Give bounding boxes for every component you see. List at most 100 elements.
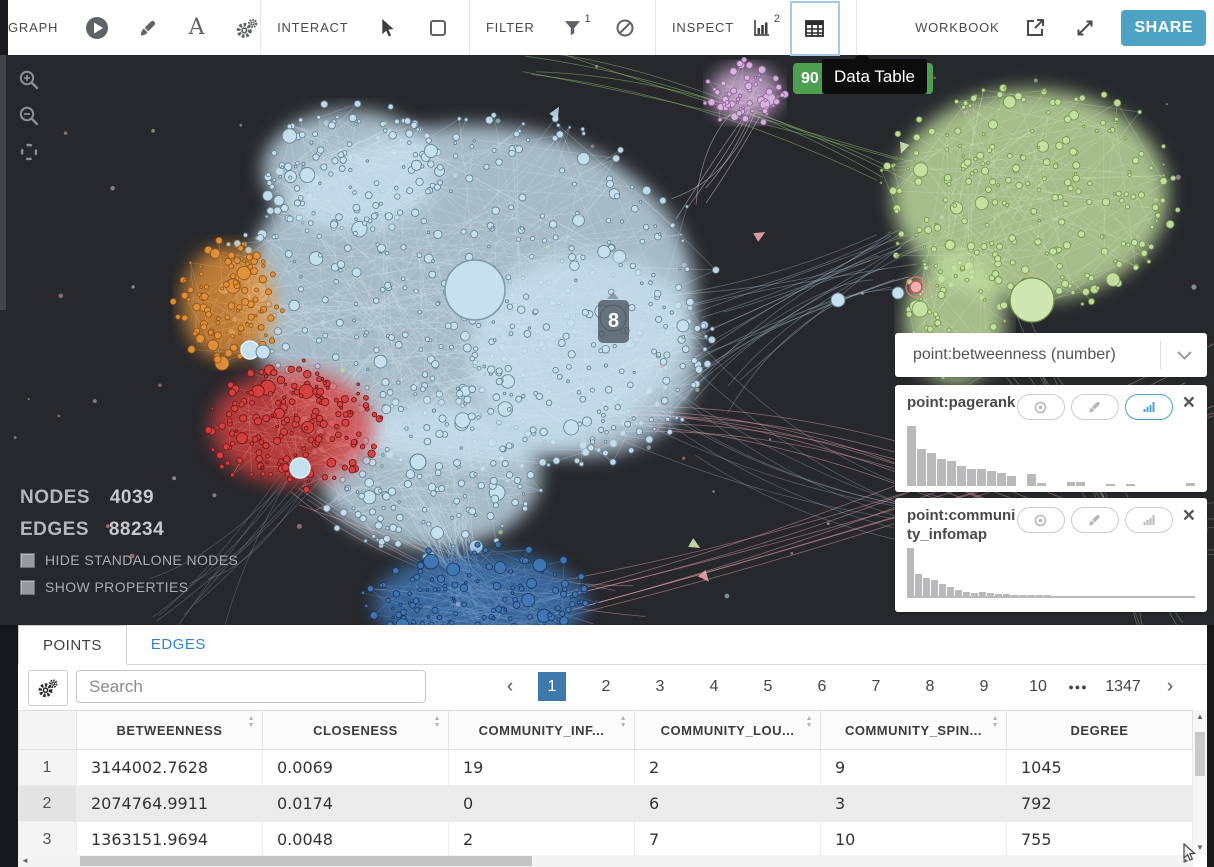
table-settings-button[interactable] bbox=[28, 670, 68, 706]
cursor-select-icon[interactable] bbox=[372, 11, 400, 45]
fullscreen-icon[interactable] bbox=[1071, 11, 1099, 45]
histogram-bar bbox=[1027, 474, 1036, 486]
table-row-3[interactable]: 31363151.96940.00482710755 bbox=[19, 822, 1193, 858]
play-icon[interactable] bbox=[84, 11, 110, 45]
histogram-bar bbox=[931, 580, 938, 596]
histogram-bar bbox=[1007, 476, 1016, 486]
row-number-header bbox=[19, 711, 77, 750]
scroll-left-icon[interactable]: ◄ bbox=[18, 855, 32, 867]
inspect-group-label: INSPECT bbox=[672, 20, 734, 35]
column-header-community-inf-[interactable]: COMMUNITY_INF...▲▼ bbox=[449, 711, 635, 750]
scroll-up-icon[interactable]: ▲ bbox=[1193, 710, 1207, 724]
close-icon[interactable]: × bbox=[1183, 393, 1195, 413]
points-table: BETWEENNESS▲▼CLOSENESS▲▼COMMUNITY_INF...… bbox=[18, 710, 1193, 858]
histogram-bar bbox=[1067, 482, 1076, 486]
zoom-out-button[interactable] bbox=[16, 103, 42, 129]
table-row-1[interactable]: 13144002.76280.006919291045 bbox=[19, 750, 1193, 786]
page-button-4[interactable]: 4 bbox=[700, 672, 728, 701]
bars-mode-pill[interactable] bbox=[1125, 507, 1173, 533]
text-labels-icon[interactable]: A bbox=[185, 11, 208, 45]
pagerank-histogram[interactable] bbox=[907, 426, 1195, 486]
zoom-controls bbox=[16, 67, 42, 165]
horizontal-scroll-thumb[interactable] bbox=[80, 856, 532, 866]
scroll-down-icon[interactable]: ▼ bbox=[1193, 841, 1207, 855]
focus-mode-pill[interactable] bbox=[1017, 394, 1065, 420]
page-button-1[interactable]: 1 bbox=[538, 672, 566, 701]
histogram-bar bbox=[937, 459, 946, 486]
horizontal-scrollbar[interactable]: ◄ ► bbox=[18, 855, 1193, 867]
graph-canvas[interactable]: NODES 4039 EDGES 88234 HIDE STANDALONE N… bbox=[0, 55, 1214, 625]
histogram-bar bbox=[967, 469, 976, 486]
prev-page-button[interactable]: ‹ bbox=[495, 676, 525, 698]
data-table-drawer: POINTS EDGES ‹ 12345678910 ●●● 1347 › BE… bbox=[0, 625, 1214, 867]
histogram-bar bbox=[907, 548, 914, 596]
chevron-down-icon bbox=[1161, 351, 1207, 360]
table-cell: 2 bbox=[635, 750, 821, 786]
page-button-8[interactable]: 8 bbox=[916, 672, 944, 701]
marquee-select-icon[interactable] bbox=[424, 11, 452, 45]
table-cell: 2 bbox=[449, 822, 635, 858]
tab-edges[interactable]: EDGES bbox=[127, 624, 230, 664]
pagination: ‹ 123456789 10 ●●● 1347 › bbox=[495, 672, 1185, 701]
sort-arrows-icon: ▲▼ bbox=[620, 715, 627, 729]
data-table-button[interactable] bbox=[790, 1, 840, 56]
bars-mode-pill[interactable] bbox=[1125, 394, 1173, 420]
edges-label: EDGES bbox=[20, 519, 89, 540]
page-button-9[interactable]: 9 bbox=[970, 672, 998, 701]
open-workbook-icon[interactable] bbox=[1021, 11, 1049, 45]
vertical-scrollbar[interactable]: ▲ ▼ bbox=[1193, 710, 1207, 855]
page-button-7[interactable]: 7 bbox=[862, 672, 890, 701]
attribute-dropdown[interactable]: point:betweenness (number) bbox=[895, 333, 1207, 377]
page-button-6[interactable]: 6 bbox=[808, 672, 836, 701]
scroll-right-icon[interactable]: ► bbox=[1179, 855, 1193, 867]
show-properties-checkbox[interactable]: SHOW PROPERTIES bbox=[20, 579, 238, 595]
app: GRAPH A INTERACT FILTER bbox=[0, 0, 1214, 867]
histogram-bar bbox=[1186, 483, 1195, 486]
close-icon[interactable]: × bbox=[1183, 506, 1195, 526]
histogram-bar bbox=[947, 587, 954, 596]
zoom-in-button[interactable] bbox=[16, 67, 42, 93]
histogram-bar bbox=[923, 578, 930, 596]
table-row-2[interactable]: 22074764.99110.0174063792 bbox=[19, 786, 1193, 822]
table-cell: 0.0174 bbox=[263, 786, 449, 822]
left-panel-handle bbox=[0, 55, 6, 310]
paint-mode-pill[interactable] bbox=[1071, 394, 1119, 420]
hide-standalone-checkbox[interactable]: HIDE STANDALONE NODES bbox=[20, 552, 238, 568]
page-button-3[interactable]: 3 bbox=[646, 672, 674, 701]
search-input[interactable] bbox=[76, 670, 426, 703]
column-header-closeness[interactable]: CLOSENESS▲▼ bbox=[263, 711, 449, 750]
focus-mode-pill[interactable] bbox=[1017, 507, 1065, 533]
community-infomap-histogram[interactable] bbox=[907, 548, 1195, 598]
row-number: 2 bbox=[19, 786, 77, 822]
tooltip-caret bbox=[854, 55, 870, 59]
page-button-2[interactable]: 2 bbox=[592, 672, 620, 701]
column-header-betweenness[interactable]: BETWEENNESS▲▼ bbox=[77, 711, 263, 750]
paint-mode-pill[interactable] bbox=[1071, 507, 1119, 533]
page-button-5[interactable]: 5 bbox=[754, 672, 782, 701]
table-cell: 10 bbox=[821, 822, 1007, 858]
table-cell: 1045 bbox=[1007, 750, 1193, 786]
pagination-pages: 123456789 10 bbox=[525, 672, 1065, 701]
pagination-ellipsis[interactable]: ●●● bbox=[1065, 682, 1091, 692]
center-view-button[interactable] bbox=[16, 139, 42, 165]
vertical-scroll-thumb[interactable] bbox=[1195, 732, 1205, 776]
exclusion-icon[interactable] bbox=[611, 11, 639, 45]
last-page-button[interactable]: 1347 bbox=[1099, 678, 1147, 696]
table-cell: 0.0069 bbox=[263, 750, 449, 786]
column-header-community-lou-[interactable]: COMMUNITY_LOU...▲▼ bbox=[635, 711, 821, 750]
tab-points[interactable]: POINTS bbox=[18, 625, 127, 665]
table-cell: 0.0048 bbox=[263, 822, 449, 858]
filter-funnel-icon[interactable]: 1 bbox=[559, 11, 587, 45]
page-button-10[interactable]: 10 bbox=[1024, 672, 1052, 701]
column-header-community-spin-[interactable]: COMMUNITY_SPIN...▲▼ bbox=[821, 711, 1007, 750]
marker-caret-icon bbox=[607, 292, 619, 299]
histogram-bar bbox=[987, 471, 996, 486]
share-button[interactable]: SHARE bbox=[1121, 10, 1206, 46]
histogram-bar bbox=[971, 593, 978, 596]
next-page-button[interactable]: › bbox=[1155, 676, 1185, 698]
column-header-degree[interactable]: DEGREE bbox=[1007, 711, 1193, 750]
brush-icon[interactable] bbox=[136, 11, 159, 45]
settings-gears-icon[interactable] bbox=[234, 11, 260, 45]
histograms-icon[interactable]: 2 bbox=[748, 11, 776, 45]
histogram-bar bbox=[955, 590, 962, 596]
